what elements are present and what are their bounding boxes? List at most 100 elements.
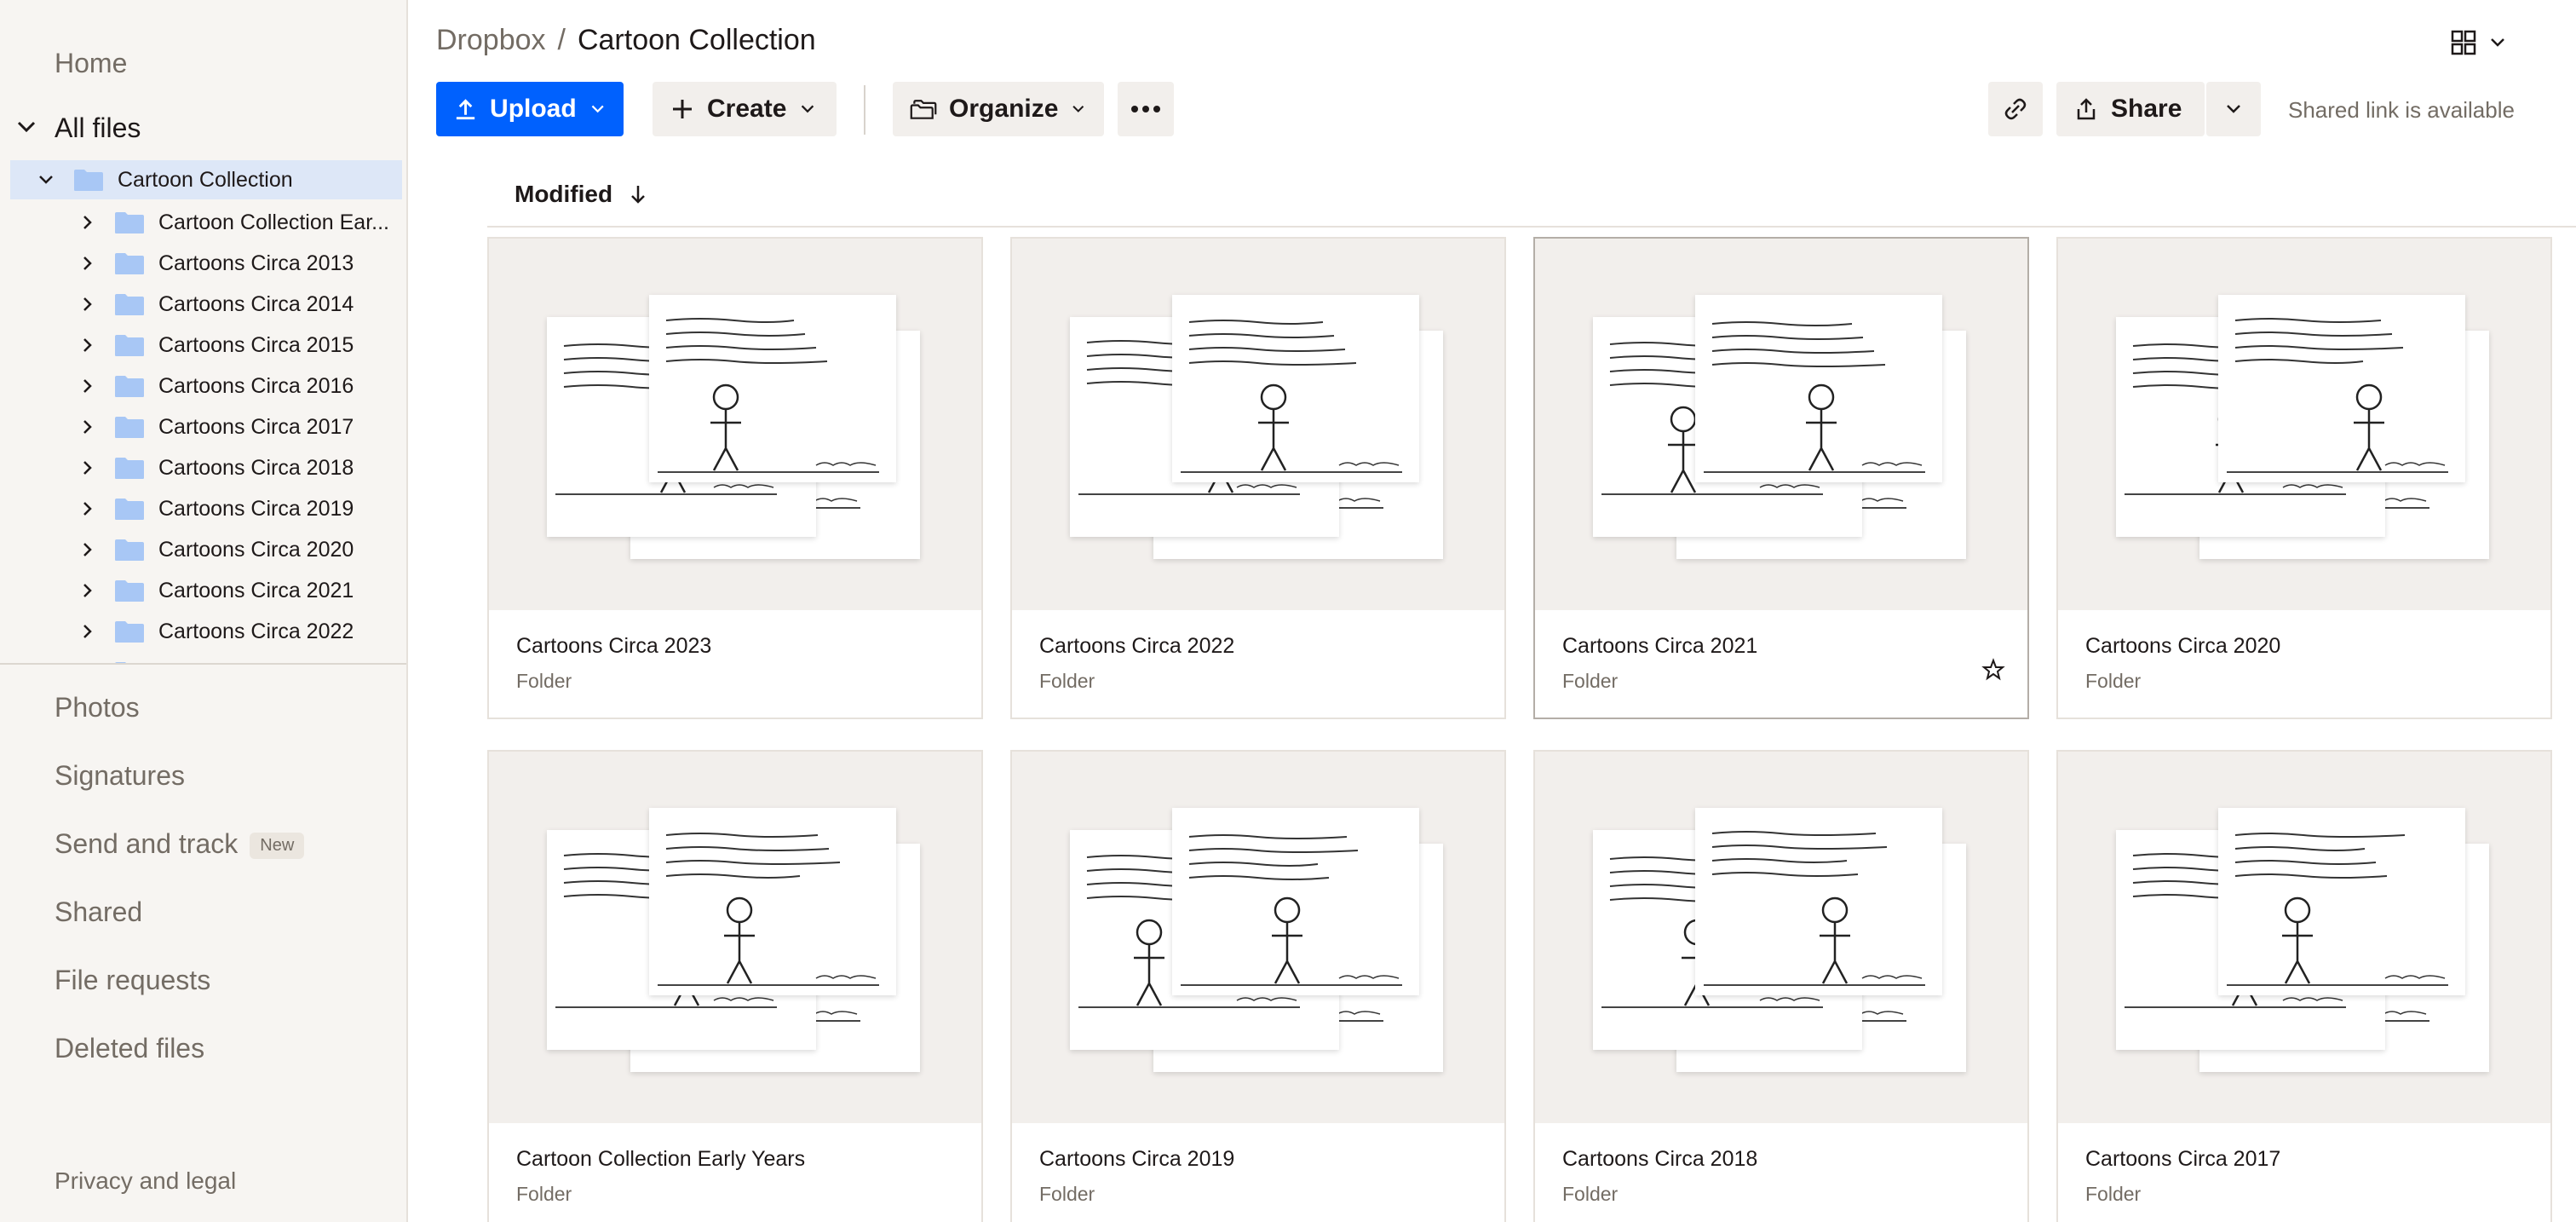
folder-icon <box>115 212 144 233</box>
cartoon-preview <box>649 295 896 482</box>
folder-icon <box>115 662 126 663</box>
plus-icon <box>673 100 692 118</box>
tree-item-label: Cartoons Circa 2022 <box>158 619 354 643</box>
sort-label: Modified <box>515 181 613 207</box>
folder-card[interactable]: Cartoons Circa 2017 Folder <box>2056 750 2552 1222</box>
sidebar: Home All files Cartoon Collection Cartoo… <box>0 0 408 1222</box>
upload-button[interactable]: Upload <box>436 82 624 136</box>
folder-name[interactable]: Cartoons Circa 2019 <box>1039 1147 1234 1172</box>
folder-icon <box>115 539 144 561</box>
folder-name[interactable]: Cartoons Circa 2017 <box>2085 1147 2280 1172</box>
chevron-down-icon[interactable] <box>36 170 56 190</box>
tree-item-folder[interactable]: Cartoons Circa 2016 <box>0 366 406 406</box>
tree-item-folder[interactable]: Cartoons Circa 2013 <box>0 244 406 283</box>
folder-thumbnail[interactable] <box>1012 752 1504 1123</box>
folder-name[interactable]: Cartoons Circa 2023 <box>516 634 711 659</box>
folder-card[interactable]: Cartoons Circa 2019 Folder <box>1010 750 1506 1222</box>
folder-thumbnail[interactable] <box>2058 239 2550 610</box>
folder-icon <box>115 376 144 397</box>
tree-item-label: Cartoons Circa 2017 <box>158 414 354 439</box>
tree-item-folder[interactable]: Cartoons Circa 2020 <box>0 530 406 569</box>
tree-item-folder[interactable]: Cartoons Circa 2017 <box>0 407 406 447</box>
folder-thumbnail[interactable] <box>489 752 981 1123</box>
sidebar-item-photos[interactable]: Photos <box>55 692 140 723</box>
sidebar-item-file-requests[interactable]: File requests <box>55 965 210 996</box>
tree-item-label: Cartoons Circa 2013 <box>158 251 354 275</box>
folder-name[interactable]: Cartoons Circa 2022 <box>1039 634 1234 659</box>
tree-item-folder[interactable] <box>0 653 406 663</box>
folder-thumbnail[interactable] <box>1535 752 2027 1123</box>
organize-button[interactable]: Organize <box>893 82 1104 136</box>
create-label: Create <box>707 95 787 123</box>
chevron-right-icon[interactable] <box>77 253 97 274</box>
sidebar-item-send-and-track[interactable]: Send and track New <box>55 828 305 860</box>
folder-thumbnail[interactable] <box>2058 752 2550 1123</box>
tree-item-folder[interactable]: Cartoons Circa 2014 <box>0 285 406 324</box>
cartoon-preview <box>1695 808 1942 995</box>
tree-item-folder[interactable]: Cartoon Collection Ear... <box>0 203 406 242</box>
share-button[interactable]: Share <box>2056 82 2205 136</box>
tree-item-folder[interactable]: Cartoons Circa 2018 <box>0 448 406 487</box>
chevron-right-icon[interactable] <box>77 417 97 437</box>
cartoon-preview <box>1695 295 1942 482</box>
folder-card[interactable]: Cartoons Circa 2018 Folder <box>1533 750 2029 1222</box>
tree-item-folder[interactable]: Cartoons Circa 2019 <box>0 489 406 528</box>
create-button[interactable]: Create <box>653 82 837 136</box>
more-actions-button[interactable] <box>1118 82 1174 136</box>
link-icon <box>2004 98 2027 120</box>
sidebar-item-signatures[interactable]: Signatures <box>55 760 185 792</box>
share-options-button[interactable] <box>2206 82 2261 136</box>
folder-card[interactable]: Cartoons Circa 2020 Folder <box>2056 237 2552 719</box>
tree-item-label: Cartoons Circa 2015 <box>158 332 354 357</box>
copy-link-button[interactable] <box>1988 82 2043 136</box>
chevron-right-icon[interactable] <box>77 376 97 396</box>
breadcrumb-dropbox[interactable]: Dropbox <box>436 24 546 57</box>
folder-tree: Cartoon Collection Cartoon Collection Ea… <box>0 155 406 665</box>
folder-name[interactable]: Cartoons Circa 2020 <box>2085 634 2280 659</box>
sort-modified-button[interactable]: Modified <box>515 177 648 211</box>
folder-type: Folder <box>2085 1183 2142 1205</box>
folder-icon <box>115 417 144 438</box>
arrow-down-icon <box>631 186 645 204</box>
folder-type: Folder <box>516 1183 572 1205</box>
tree-item-label: Cartoons Circa 2019 <box>158 496 354 521</box>
folder-type: Folder <box>1039 1183 1095 1205</box>
chevron-right-icon[interactable] <box>77 335 97 355</box>
chevron-right-icon[interactable] <box>77 212 97 233</box>
folder-icon <box>115 294 144 315</box>
sidebar-item-deleted-files[interactable]: Deleted files <box>55 1033 204 1064</box>
chevron-right-icon[interactable] <box>77 539 97 560</box>
folder-thumbnail[interactable] <box>1535 239 2027 610</box>
chevron-right-icon[interactable] <box>77 621 97 642</box>
folder-name[interactable]: Cartoon Collection Early Years <box>516 1147 805 1172</box>
tree-item-root[interactable]: Cartoon Collection <box>10 160 402 199</box>
folder-card[interactable]: Cartoons Circa 2021 Folder <box>1533 237 2029 719</box>
folder-card[interactable]: Cartoon Collection Early Years Folder <box>487 750 983 1222</box>
folder-card[interactable]: Cartoons Circa 2022 Folder <box>1010 237 1506 719</box>
chevron-down-icon[interactable] <box>14 114 39 140</box>
tree-item-folder[interactable]: Cartoons Circa 2015 <box>0 326 406 365</box>
chevron-right-icon[interactable] <box>77 294 97 314</box>
chevron-right-icon[interactable] <box>77 458 97 478</box>
tree-item-folder[interactable]: Cartoons Circa 2022 <box>0 612 406 651</box>
organize-label: Organize <box>949 95 1059 123</box>
privacy-link[interactable]: Privacy and legal <box>55 1167 236 1195</box>
grid-view-icon <box>2451 30 2476 55</box>
chevron-right-icon[interactable] <box>77 499 97 519</box>
sidebar-item-all-files[interactable]: All files <box>0 111 406 145</box>
folder-name[interactable]: Cartoons Circa 2018 <box>1562 1147 1757 1172</box>
folder-type: Folder <box>1562 670 1619 692</box>
folder-name[interactable]: Cartoons Circa 2021 <box>1562 634 1757 659</box>
chevron-right-icon[interactable] <box>77 580 97 601</box>
star-icon[interactable] <box>1981 658 2005 682</box>
folder-card[interactable]: Cartoons Circa 2023 Folder <box>487 237 983 719</box>
sidebar-item-shared[interactable]: Shared <box>55 896 142 928</box>
folder-icon <box>115 253 144 274</box>
view-toggle-button[interactable] <box>2450 26 2518 60</box>
folder-thumbnail[interactable] <box>489 239 981 610</box>
folders-icon <box>910 100 937 119</box>
tree-item-folder[interactable]: Cartoons Circa 2021 <box>0 571 406 610</box>
folder-thumbnail[interactable] <box>1012 239 1504 610</box>
sidebar-item-home[interactable]: Home <box>55 48 127 79</box>
cartoon-preview <box>2218 295 2465 482</box>
